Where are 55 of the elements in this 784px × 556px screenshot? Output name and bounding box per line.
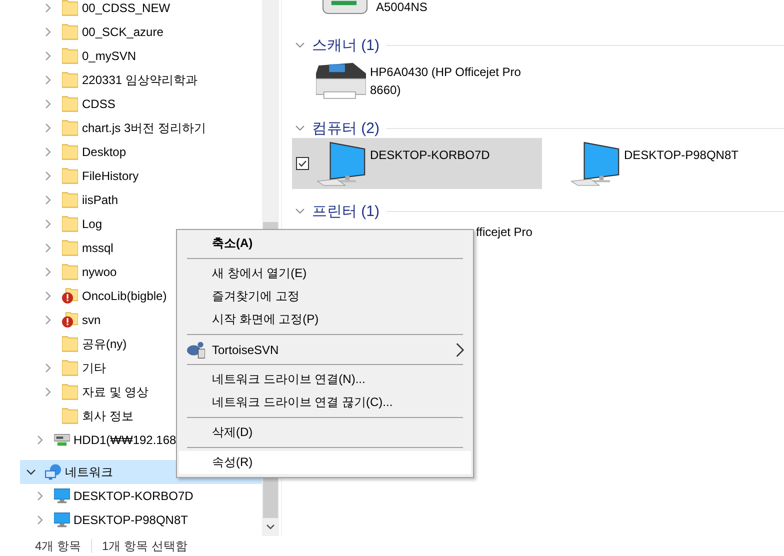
computer-icon bbox=[570, 142, 620, 186]
group-header[interactable]: 스캐너 (1) bbox=[292, 35, 784, 55]
folder-icon bbox=[62, 408, 78, 424]
computer-icon bbox=[54, 488, 70, 504]
folder-icon bbox=[62, 72, 78, 88]
menu-item[interactable]: 새 창에서 열기(E) bbox=[179, 262, 471, 285]
folder-icon bbox=[62, 360, 78, 376]
group-header[interactable]: 컴퓨터 (2) bbox=[292, 118, 784, 138]
computer-icon bbox=[316, 142, 366, 186]
device-item[interactable]: DESKTOP-P98QN8T bbox=[546, 138, 784, 189]
folder-error-icon bbox=[62, 312, 78, 328]
network-drive-icon bbox=[54, 432, 70, 448]
menu-item[interactable]: 네트워크 드라이브 연결(N)... bbox=[179, 368, 471, 391]
device-item[interactable]: DESKTOP-KORBO7D bbox=[292, 138, 542, 189]
checkbox[interactable] bbox=[296, 157, 309, 170]
network-icon bbox=[45, 464, 61, 480]
tree-item[interactable]: DESKTOP-KORBO7D bbox=[20, 484, 262, 508]
folder-icon bbox=[62, 168, 78, 184]
computer-icon bbox=[54, 512, 70, 528]
tree-item[interactable]: FileHistory bbox=[20, 164, 262, 188]
tree-item[interactable]: 0_mySVN bbox=[20, 44, 262, 68]
folder-icon bbox=[62, 240, 78, 256]
turtle-icon bbox=[187, 341, 205, 359]
folder-icon bbox=[62, 96, 78, 112]
tree-item[interactable]: 00_CDSS_NEW bbox=[20, 0, 262, 20]
tree-item[interactable]: CDSS bbox=[20, 92, 262, 116]
folder-icon bbox=[62, 264, 78, 280]
tree-item[interactable]: 220331 임상약리학과 bbox=[20, 68, 262, 92]
device-item[interactable]: HP6A0430 (HP Officejet Pro 8660) bbox=[292, 55, 542, 106]
folder-icon bbox=[62, 336, 78, 352]
tree-item[interactable]: DESKTOP-P98QN8T bbox=[20, 508, 262, 532]
folder-icon bbox=[62, 216, 78, 232]
menu-item[interactable]: 속성(R) bbox=[179, 451, 471, 474]
tree-item[interactable]: chart.js 3버전 정리하기 bbox=[20, 116, 262, 140]
folder-icon bbox=[62, 0, 78, 16]
status-text: 4개 항목 bbox=[35, 538, 82, 554]
folder-icon bbox=[62, 192, 78, 208]
menu-item[interactable]: 즐겨찾기에 고정 bbox=[179, 285, 471, 308]
folder-icon bbox=[62, 144, 78, 160]
device-label[interactable]: A5004NS bbox=[368, 0, 428, 14]
menu-item[interactable]: 삭제(D) bbox=[179, 421, 471, 444]
menu-item[interactable]: 시작 화면에 고정(P) bbox=[179, 308, 471, 331]
tree-item[interactable]: 00_SCK_azure bbox=[20, 20, 262, 44]
menu-item[interactable]: 네트워크 드라이브 연결 끊기(C)... bbox=[179, 391, 471, 414]
group-header[interactable]: 프린터 (1) bbox=[292, 201, 784, 221]
folder-icon bbox=[62, 48, 78, 64]
tree-item[interactable]: iisPath bbox=[20, 188, 262, 212]
folder-icon bbox=[62, 120, 78, 136]
folder-icon bbox=[62, 24, 78, 40]
menu-item[interactable]: TortoiseSVN bbox=[179, 338, 471, 361]
folder-icon bbox=[62, 384, 78, 400]
tree-item[interactable]: Desktop bbox=[20, 140, 262, 164]
folder-error-icon bbox=[62, 288, 78, 304]
device-label: fficejet Pro bbox=[476, 224, 532, 241]
status-text: 1개 항목 선택함 bbox=[102, 538, 188, 554]
